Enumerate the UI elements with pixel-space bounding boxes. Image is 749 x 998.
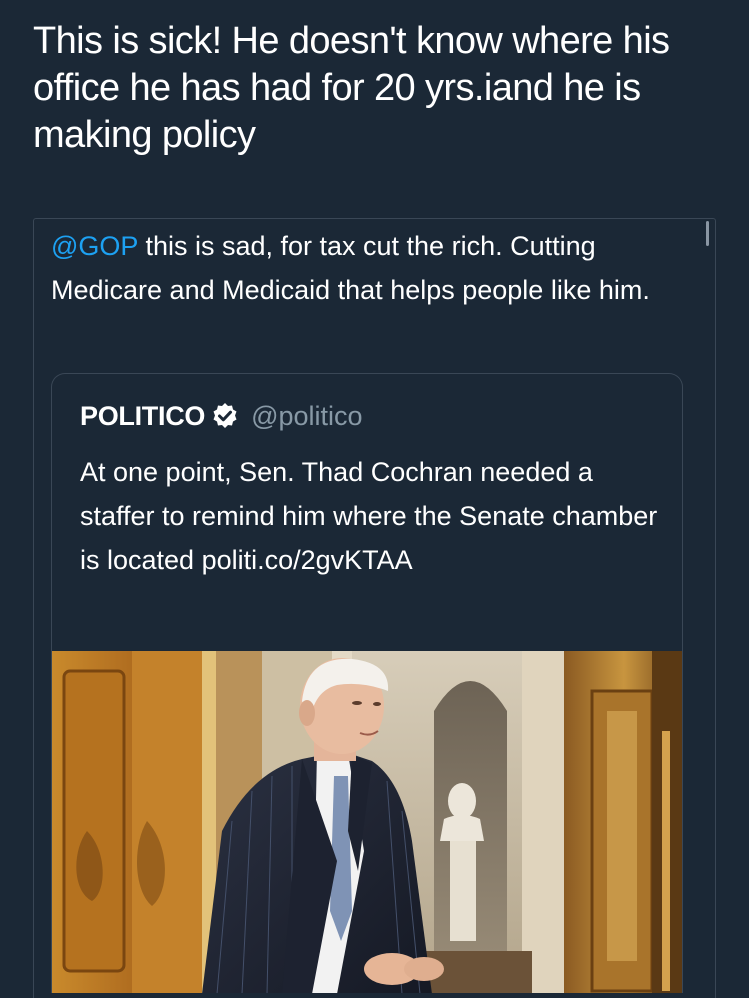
quoted-tweet[interactable]: POLITICO @politico At one point, Sen. Th… — [51, 373, 683, 993]
reply-body: @GOP this is sad, for tax cut the rich. … — [51, 224, 691, 312]
quoted-author-name[interactable]: POLITICO — [80, 401, 205, 432]
mention-link[interactable]: @GOP — [51, 231, 138, 261]
reply-card[interactable]: @GOP this is sad, for tax cut the rich. … — [33, 218, 716, 998]
quoted-header: POLITICO @politico — [80, 396, 363, 436]
reply-text: this is sad, for tax cut the rich. Cutti… — [51, 231, 650, 305]
quoted-author-handle[interactable]: @politico — [251, 401, 362, 432]
quoted-text: At one point, Sen. Thad Cochran needed a… — [80, 457, 658, 575]
verified-badge-icon — [211, 402, 239, 430]
senator-photo[interactable] — [52, 651, 682, 993]
tweet-text: This is sick! He doesn't know where his … — [33, 20, 670, 156]
scrollbar[interactable] — [706, 221, 709, 246]
